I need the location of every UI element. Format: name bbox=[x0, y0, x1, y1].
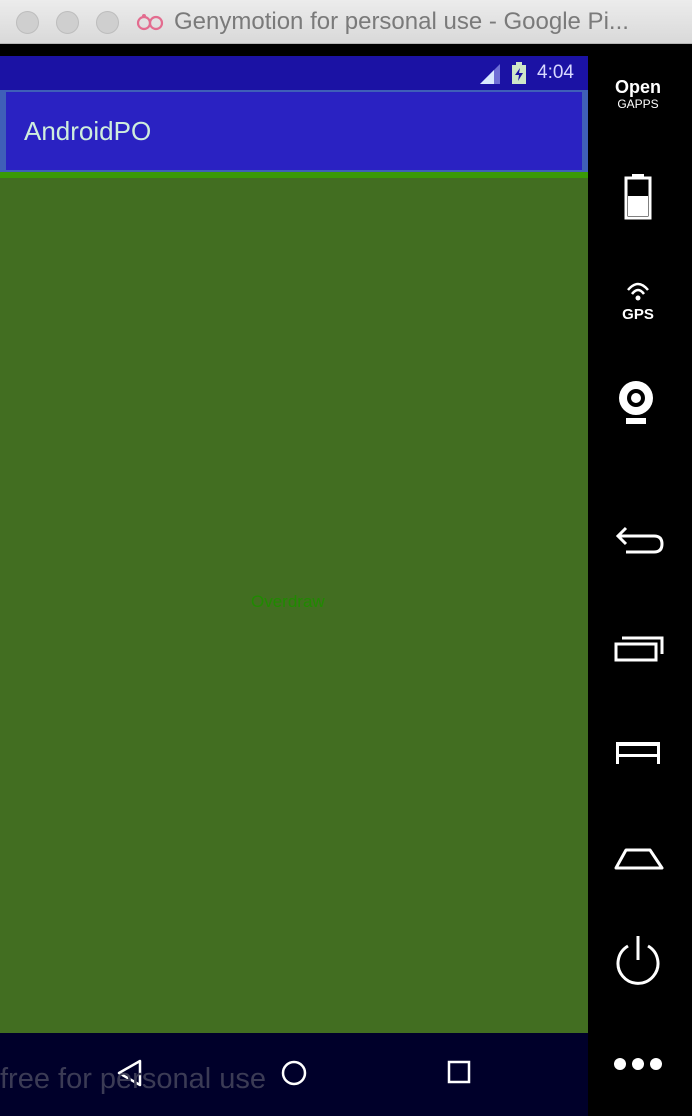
power-icon[interactable] bbox=[610, 932, 666, 988]
opengapps-main-label: Open bbox=[614, 77, 661, 97]
menu-icon[interactable] bbox=[610, 732, 666, 788]
zoom-window-button[interactable] bbox=[96, 11, 119, 34]
window-titlebar: Genymotion for personal use - Google Pi.… bbox=[0, 0, 692, 44]
minimize-window-button[interactable] bbox=[56, 11, 79, 34]
status-bar: 4:04 bbox=[0, 56, 588, 90]
recent-apps-icon[interactable] bbox=[610, 626, 666, 682]
home-icon[interactable] bbox=[274, 1053, 314, 1093]
genymotion-window: Genymotion for personal use - Google Pi.… bbox=[0, 0, 692, 1116]
opengapps-button[interactable]: Open GAPPS bbox=[610, 72, 666, 128]
android-screen: 4:04 AndroidPO Overdraw bbox=[0, 56, 588, 1116]
more-icon[interactable] bbox=[610, 1034, 666, 1090]
back-icon[interactable] bbox=[610, 516, 666, 572]
status-clock: 4:04 bbox=[537, 62, 574, 83]
app-bar: AndroidPO bbox=[0, 90, 588, 176]
camera-icon[interactable] bbox=[610, 374, 666, 430]
navigation-bar bbox=[0, 1033, 588, 1116]
opengapps-icon: Open GAPPS bbox=[610, 78, 666, 110]
home-icon[interactable] bbox=[610, 836, 666, 892]
battery-charging-icon bbox=[512, 62, 526, 84]
gps-icon bbox=[627, 282, 649, 301]
genymotion-logo-icon bbox=[136, 14, 164, 31]
center-label: Overdraw bbox=[251, 592, 325, 611]
signal-icon bbox=[480, 64, 500, 84]
recents-icon[interactable] bbox=[440, 1053, 480, 1093]
close-window-button[interactable] bbox=[16, 11, 39, 34]
main-content: Overdraw bbox=[0, 178, 588, 1033]
genymotion-side-panel: Open GAPPS GPS bbox=[588, 44, 692, 1116]
battery-icon[interactable] bbox=[610, 168, 666, 224]
back-icon[interactable] bbox=[110, 1053, 150, 1093]
window-title: Genymotion for personal use - Google Pi.… bbox=[174, 8, 629, 35]
app-title: AndroidPO bbox=[24, 116, 152, 146]
gps-button[interactable]: GPS bbox=[610, 272, 666, 328]
gps-label: GPS bbox=[622, 306, 654, 323]
toolbar: AndroidPO bbox=[6, 92, 582, 170]
opengapps-sub-label: GAPPS bbox=[617, 97, 659, 111]
